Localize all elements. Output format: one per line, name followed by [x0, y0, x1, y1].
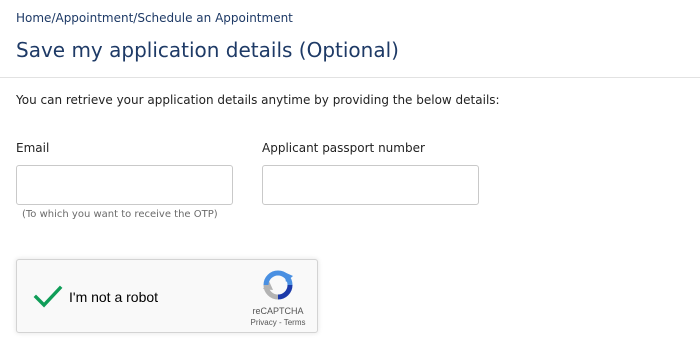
- checkmark-icon[interactable]: [33, 284, 63, 310]
- breadcrumb-appointment[interactable]: Appointment: [55, 11, 133, 25]
- intro-text: You can retrieve your application detail…: [16, 93, 500, 107]
- privacy-link[interactable]: Privacy: [251, 318, 277, 327]
- divider: [0, 77, 700, 78]
- recaptcha-brand: reCAPTCHA: [252, 306, 304, 316]
- page: Home/Appointment/Schedule an Appointment…: [0, 0, 700, 355]
- passport-number-input[interactable]: [262, 165, 479, 205]
- breadcrumb: Home/Appointment/Schedule an Appointment: [16, 11, 293, 25]
- page-title: Save my application details (Optional): [16, 38, 399, 62]
- recaptcha-widget: I'm not a robot reCAPTCHA Privacy - Term…: [16, 259, 318, 333]
- recaptcha-logo-icon: [263, 270, 293, 300]
- recaptcha-label[interactable]: I'm not a robot: [69, 289, 158, 305]
- terms-link[interactable]: Terms: [284, 318, 306, 327]
- passport-number-label: Applicant passport number: [262, 141, 425, 155]
- breadcrumb-home[interactable]: Home: [16, 11, 51, 25]
- recaptcha-links: Privacy - Terms: [233, 318, 323, 327]
- email-input[interactable]: [16, 165, 233, 205]
- email-label: Email: [16, 141, 50, 155]
- breadcrumb-schedule-appointment[interactable]: Schedule an Appointment: [137, 11, 293, 25]
- link-separator: -: [276, 318, 284, 327]
- email-hint: (To which you want to receive the OTP): [22, 209, 218, 220]
